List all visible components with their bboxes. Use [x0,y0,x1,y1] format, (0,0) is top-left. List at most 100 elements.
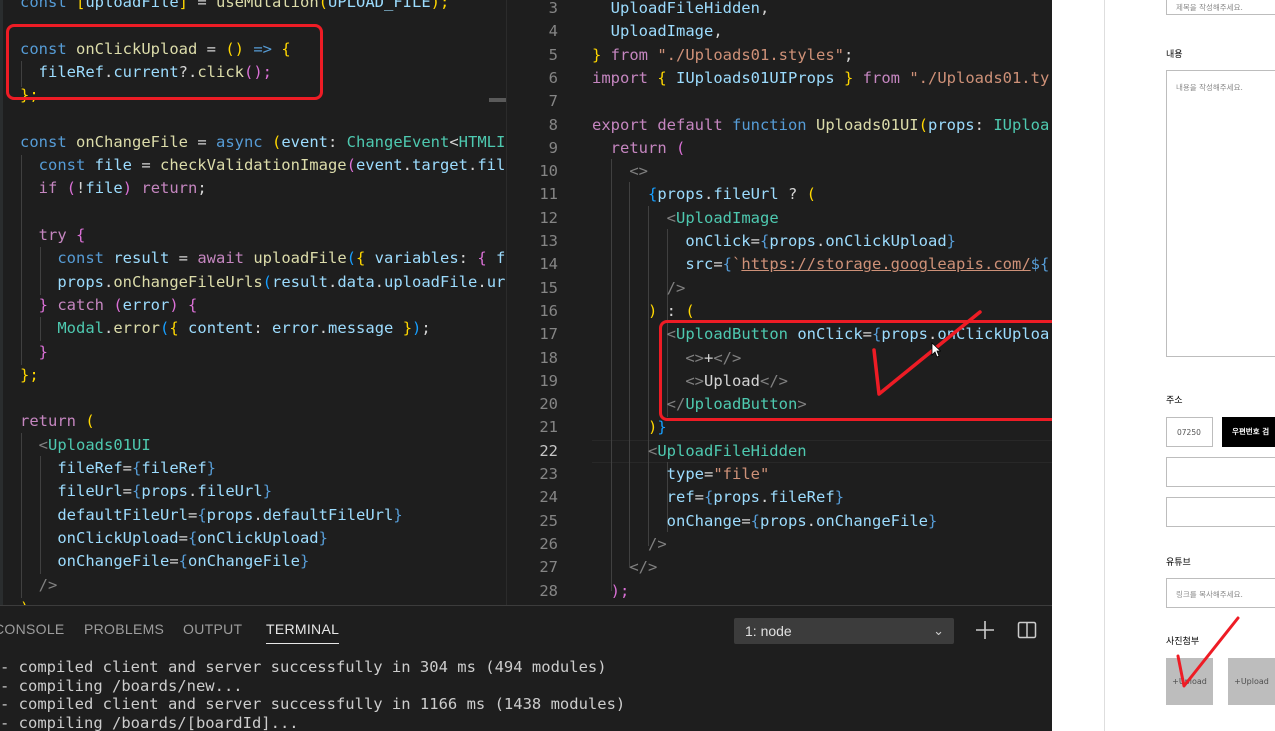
code-token: . [374,272,385,291]
code-token: </ [592,395,686,414]
panel-tabs: CONSOLE PROBLEMS OUTPUT TERMINAL 1: node… [0,606,1052,651]
code-token: target [411,156,468,175]
code-token: ref [592,488,695,507]
code-token: onChangeFile [20,552,170,571]
terminal-line: - compiled client and server successfull… [0,658,607,676]
code-token: , [713,22,723,41]
code-token: ` [732,255,742,274]
code-token: onClickUpload [197,528,319,547]
line-number: 22 [539,441,558,460]
code-line: }; [20,364,39,387]
code-line: Modal.error({ content: error.message }); [20,317,431,340]
code-token: ur [486,272,506,291]
tab-terminal[interactable]: TERMINAL [266,621,340,644]
code-token: const [20,249,114,268]
line-number: 13 [539,232,558,250]
code-token: Uploads01UI [815,115,919,134]
code-token: HTMLI [458,132,506,151]
code-token: UploadImage [676,208,779,227]
code-line: if (!file) return; [20,177,207,200]
right-editor[interactable]: 3 4 5 6 7 8 9 10 11 12 13 14 15 16 17 18 19 20 21 22 23 24 25 2… [508,0,1052,605]
code-token: < [592,441,658,460]
code-token: props [927,115,975,134]
code-line: ) : ( [592,300,695,323]
zipcode-value: 07250 [1177,428,1201,437]
address-detail-input[interactable] [1166,497,1275,527]
code-token: ( [918,115,928,134]
line-number: 5 [548,45,558,64]
code-token: fileRef [20,62,104,81]
code-token: from [610,45,658,64]
code-token: < [592,325,676,344]
code-token: (); [244,62,273,81]
code-token: { [722,255,733,274]
code-token: props [713,488,761,507]
code-line: ref={props.fileRef} [592,486,844,509]
add-terminal-icon[interactable] [973,618,997,642]
code-token: } [928,511,938,530]
code-token: if [20,179,67,198]
code-token: ( [346,249,356,268]
code-token: : [666,301,686,320]
code-token: } [262,482,273,501]
code-token: . [760,488,770,507]
left-editor[interactable]: const [uploadFile] = useMutation(UPLOAD_… [0,0,507,605]
code-token: { [477,249,497,268]
code-line: ) [20,597,29,605]
code-token: UploadFileHidden [657,441,807,460]
code-token: = [703,465,714,483]
code-token: click [197,62,245,81]
split-terminal-icon[interactable] [1015,618,1039,642]
code-token: => [244,39,282,58]
code-token: data [337,272,375,291]
content-textarea[interactable]: 내용을 작성해주세요. [1166,70,1275,357]
code-token: ; [421,319,431,338]
code-token: </> [713,348,742,367]
terminal-select[interactable]: 1: node ⌄ [734,618,954,644]
code-token: fileUrl [20,482,123,501]
code-line: } catch (error) { [20,294,198,317]
title-input[interactable]: 제목을 작성해주세요. [1166,0,1275,15]
code-token: ( [806,185,817,204]
code-token: = [169,552,179,571]
code-line: return ( [592,137,686,160]
code-token: props [657,185,704,204]
code-line: /> [592,277,686,300]
code-token: : [253,319,273,338]
code-token: ( [160,319,170,338]
zipcode-search-button[interactable]: 우편번호 검 [1222,417,1275,447]
code-token: const [20,132,76,151]
code-token: /> [592,534,667,553]
code-line: const onChangeFile = async (event: Chang… [20,131,505,154]
tab-output[interactable]: OUTPUT [183,621,242,637]
code-token: defaultFileUrl [20,505,188,524]
left-scrollbar-thumb[interactable] [489,98,506,102]
code-token: file [94,156,132,175]
code-token: { [704,488,714,507]
code-token: = [122,482,132,501]
code-token: ; [197,179,207,198]
code-token: = [741,511,751,530]
line-number: 20 [539,395,558,414]
code-token: src [592,255,714,274]
code-token: ); [430,0,450,11]
code-token: <> [592,162,648,181]
code-token: ChangeEvent [346,132,450,151]
code-token: { [197,505,207,524]
code-token: from [862,68,910,87]
code-token: <> [592,371,704,390]
tab-problems[interactable]: PROBLEMS [84,621,164,637]
code-token: IUploads01UIProps [676,68,844,87]
code-token: IUploa [993,115,1050,134]
tab-console[interactable]: CONSOLE [0,621,65,637]
code-token: : [458,249,478,268]
code-token: return [592,138,676,157]
zipcode-input[interactable]: 07250 [1166,417,1213,447]
line-number: 14 [539,255,558,274]
youtube-input[interactable]: 링크를 복사해주세요. [1166,578,1275,608]
code-token: onClick [797,325,863,344]
address-input[interactable] [1166,457,1275,487]
code-token: { [657,68,676,87]
code-token: try [20,226,76,244]
code-token: fileRef [141,459,207,477]
